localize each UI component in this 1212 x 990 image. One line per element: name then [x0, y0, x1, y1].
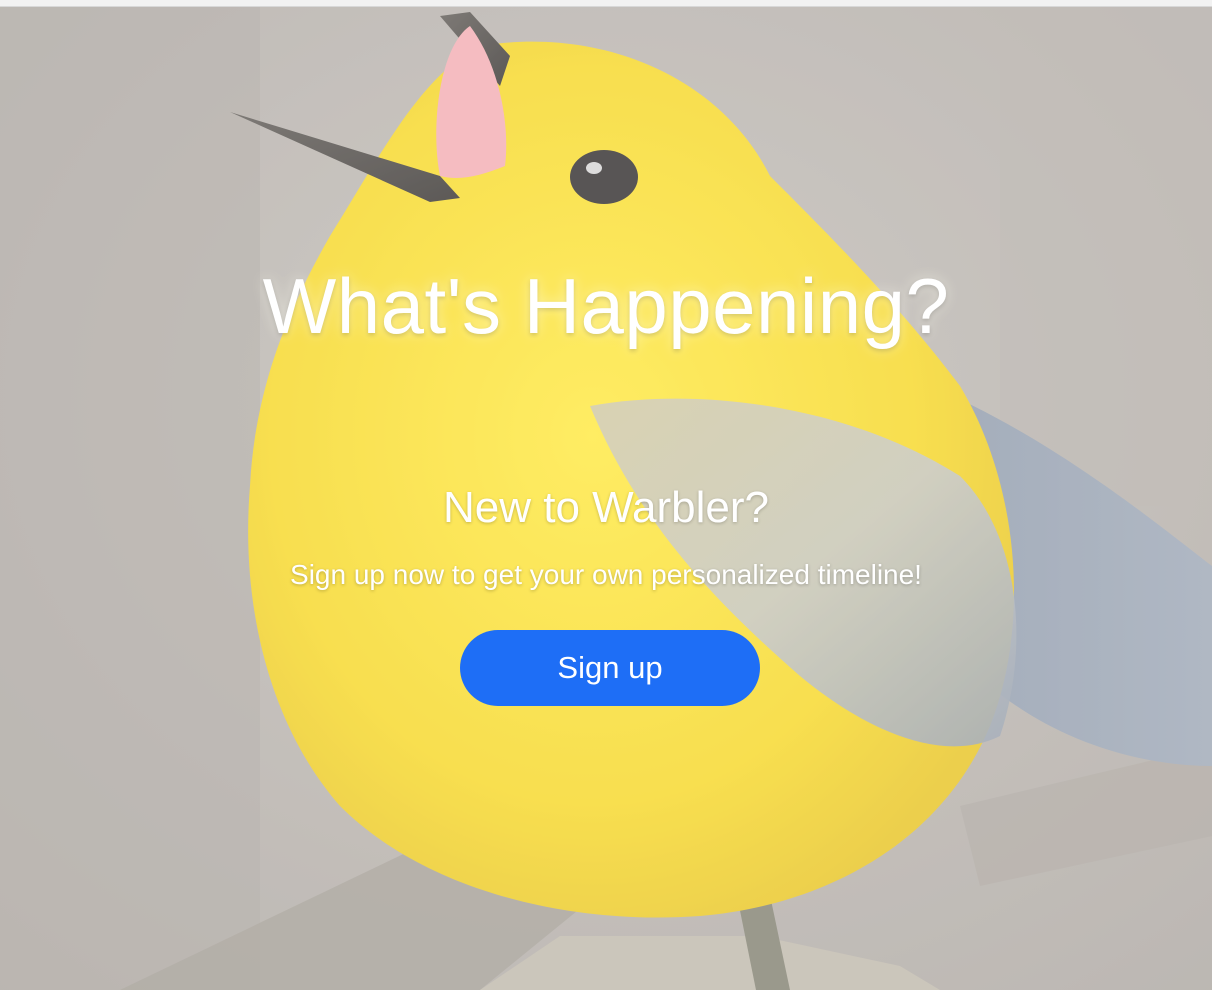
- landing-page: What's Happening? New to Warbler? Sign u…: [0, 0, 1212, 990]
- browser-top-edge: [0, 0, 1212, 7]
- signup-heading: New to Warbler?: [442, 483, 770, 532]
- hero-section: What's Happening? New to Warbler? Sign u…: [0, 0, 1212, 990]
- signup-tagline: Sign up now to get your own personalized…: [290, 559, 922, 590]
- hero-title: What's Happening?: [262, 262, 950, 350]
- signup-button[interactable]: Sign up: [460, 630, 760, 706]
